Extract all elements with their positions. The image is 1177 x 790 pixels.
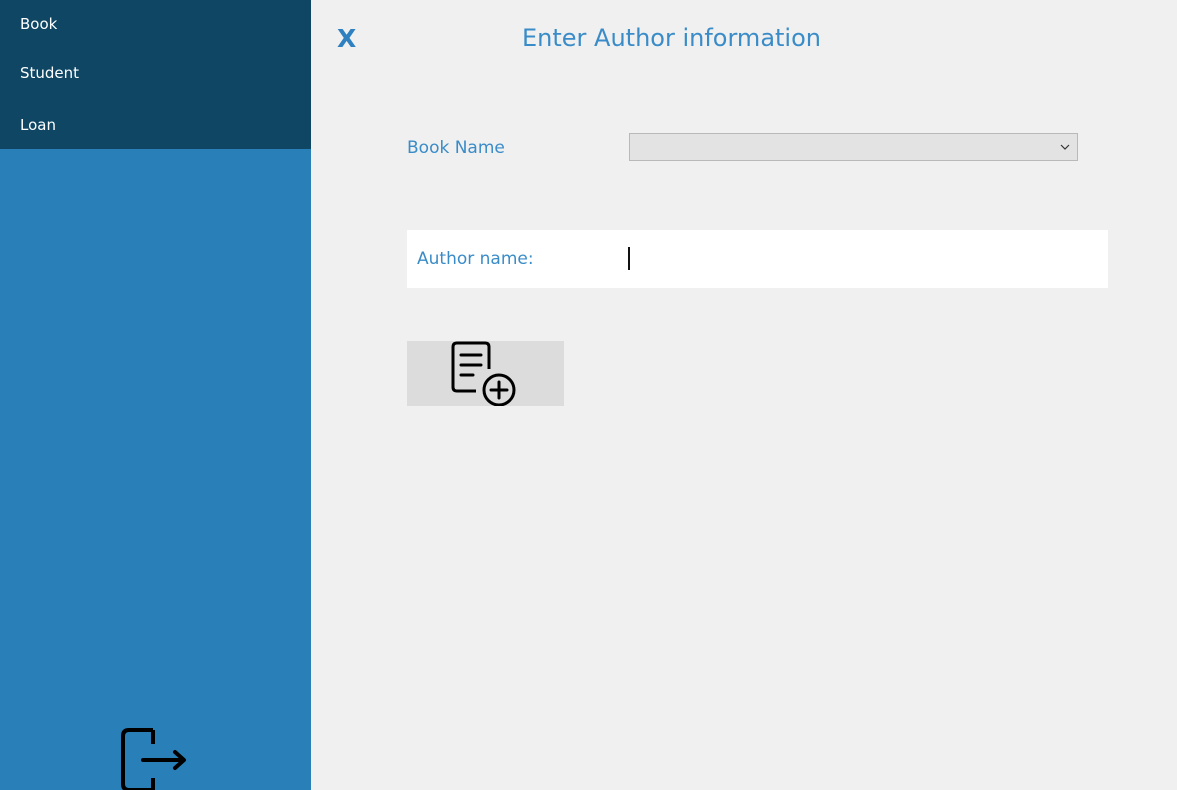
- sidebar: Book Student Loan: [0, 0, 311, 790]
- page-title: Enter Author information: [522, 24, 821, 52]
- book-name-label: Book Name: [407, 138, 505, 158]
- document-add-icon: [451, 341, 516, 406]
- app-window: Book Student Loan X Enter Author informa…: [0, 0, 1177, 790]
- sidebar-item-student[interactable]: Student: [20, 64, 79, 82]
- logout-button[interactable]: [119, 722, 191, 790]
- author-name-row: Author name:: [407, 230, 1108, 288]
- chevron-down-icon: [1060, 144, 1070, 150]
- logout-icon: [121, 728, 186, 790]
- text-caret: [628, 247, 630, 270]
- sidebar-menu: Book Student Loan: [0, 0, 311, 149]
- author-name-input[interactable]: [625, 242, 1099, 278]
- close-button[interactable]: X: [337, 26, 356, 51]
- author-name-label: Author name:: [417, 249, 534, 269]
- sidebar-item-book[interactable]: Book: [20, 15, 57, 33]
- add-author-button[interactable]: [407, 341, 564, 406]
- sidebar-item-loan[interactable]: Loan: [20, 116, 56, 134]
- book-name-select[interactable]: [629, 133, 1078, 161]
